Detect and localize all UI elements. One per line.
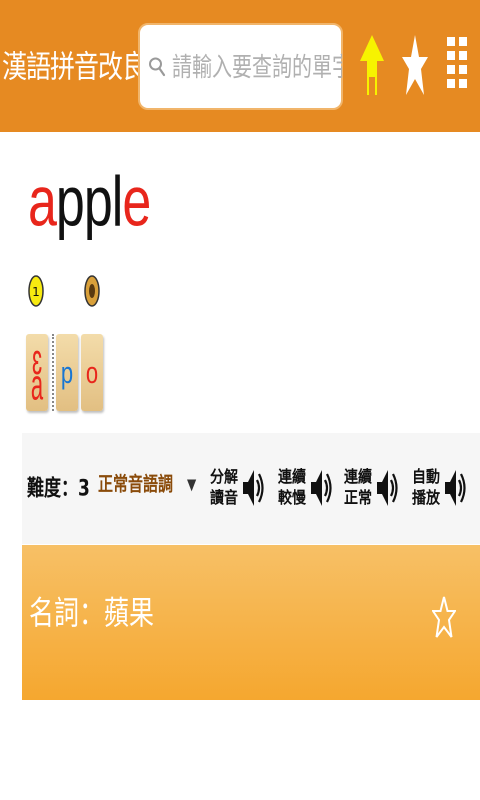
button-label-line: 正常	[344, 489, 372, 508]
play-slow-button[interactable]: 連續 較慢	[278, 455, 332, 521]
phonetic-symbol: o	[85, 354, 99, 390]
button-label-line: 較慢	[278, 489, 306, 508]
favorites-button[interactable]	[401, 30, 429, 100]
button-label-line: 連續	[344, 468, 372, 487]
phonetic-symbol-sub: a	[30, 359, 44, 409]
home-arrow-icon	[360, 35, 384, 95]
phonetic-tile[interactable]: ɛ a	[26, 334, 48, 411]
search-box[interactable]	[138, 23, 343, 110]
button-label-line: 分解	[210, 468, 238, 487]
playback-control-bar: 難度：3 正常音語調 ▼ 分解讀音 連續較慢 連續正常 自動播放	[22, 433, 480, 544]
phonetic-tile[interactable]: o	[81, 334, 103, 411]
tone-marker-first: 1	[28, 274, 44, 312]
add-favorite-button[interactable]	[431, 595, 457, 643]
definition-text: 名詞：蘋果	[29, 594, 155, 632]
grid-menu-icon	[447, 37, 467, 88]
autoplay-button[interactable]: 自動 播放	[412, 455, 466, 521]
difficulty-label: 難度：3	[27, 475, 90, 502]
headword-part: e	[122, 163, 151, 242]
headword: apple	[28, 162, 151, 243]
button-label-line: 讀音	[210, 489, 238, 508]
star-outline-icon	[431, 596, 457, 638]
headword-part: ppl	[55, 163, 123, 242]
headword-part: a	[28, 163, 57, 242]
tone-select-dropdown[interactable]: 正常音語調 ▼	[98, 470, 196, 497]
syllable-divider	[52, 334, 54, 411]
top-bar: 漢語拼音改良版	[0, 0, 480, 132]
speaker-icon	[445, 470, 466, 506]
button-label-line: 自動	[412, 468, 440, 487]
word-area: apple 1 ɛ a p o	[0, 132, 480, 432]
caret-down-icon: ▼	[187, 474, 197, 493]
menu-button[interactable]	[446, 30, 470, 100]
phonetic-tile[interactable]: p	[56, 334, 78, 411]
search-icon	[149, 57, 166, 76]
speaker-icon	[243, 470, 264, 506]
tone-marker-label: 1	[32, 285, 40, 299]
button-label-line: 連續	[278, 468, 306, 487]
speaker-icon	[377, 470, 398, 506]
speaker-icon	[311, 470, 332, 506]
button-label-line: 播放	[412, 489, 440, 508]
phonetic-symbol: p	[60, 354, 74, 390]
tone-select-value: 正常音語調	[98, 472, 174, 496]
home-button[interactable]	[358, 30, 386, 100]
play-syllables-button[interactable]: 分解 讀音	[210, 455, 264, 521]
search-input[interactable]	[172, 50, 342, 83]
star-icon	[402, 35, 428, 95]
tone-marker-neutral	[84, 274, 100, 312]
play-normal-button[interactable]: 連續 正常	[344, 455, 398, 521]
definition-item[interactable]: 名詞：蘋果	[22, 545, 480, 700]
